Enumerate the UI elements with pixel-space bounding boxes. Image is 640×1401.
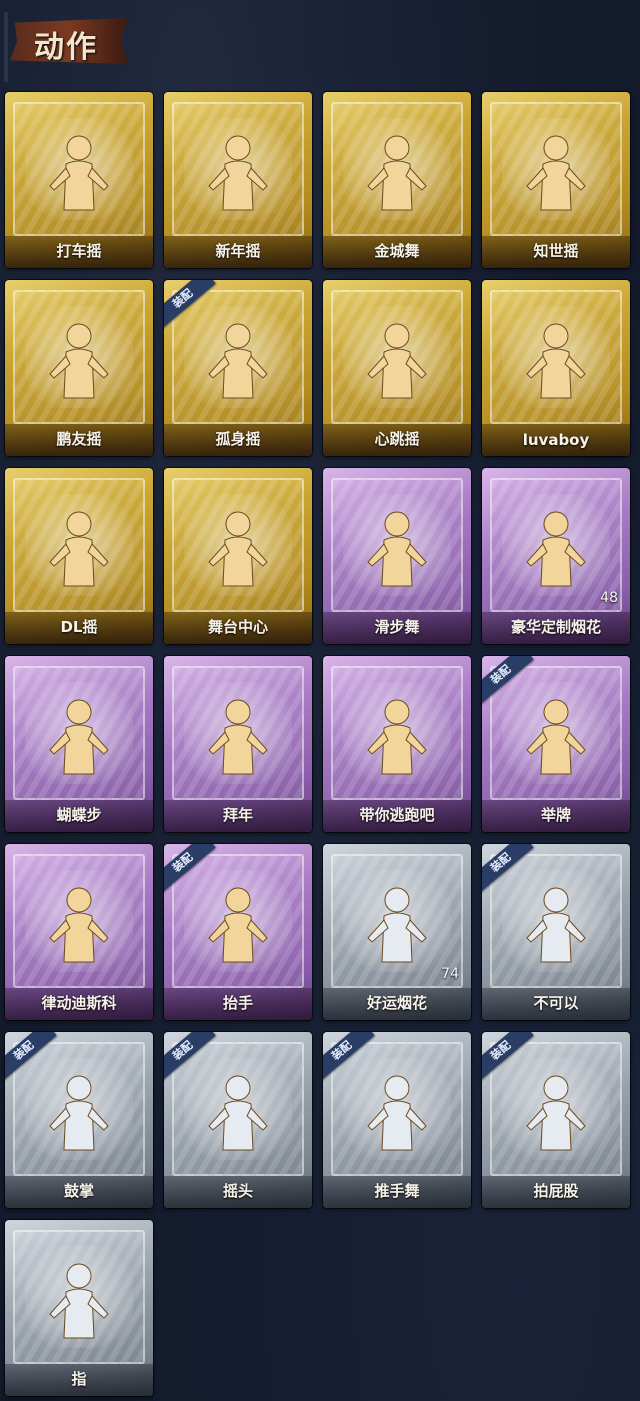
emote-card[interactable]: 滑步舞 xyxy=(323,468,471,644)
emote-card[interactable]: 豪华定制烟花 48 xyxy=(482,468,630,644)
emote-label: 鹏友摇 xyxy=(56,430,102,448)
section-title: 动作 xyxy=(34,30,98,65)
emote-label: 新年摇 xyxy=(215,242,261,260)
emote-card[interactable]: 指 xyxy=(5,1220,153,1396)
emote-figure-icon xyxy=(49,135,109,211)
emote-card[interactable]: 舞台中心 xyxy=(164,468,312,644)
emote-label: 知世摇 xyxy=(533,242,579,260)
emote-label: 豪华定制烟花 xyxy=(510,618,601,636)
emote-figure-icon xyxy=(367,699,427,775)
emote-figure-icon xyxy=(208,1075,268,1151)
emote-figure-icon xyxy=(49,511,109,587)
emote-figure-icon xyxy=(208,135,268,211)
emote-figure-icon xyxy=(526,511,586,587)
emote-figure-icon xyxy=(49,887,109,963)
emote-figure-icon xyxy=(526,887,586,963)
emote-label: 金城舞 xyxy=(374,242,420,260)
emote-card[interactable]: 推手舞 装配 xyxy=(323,1032,471,1208)
emote-card[interactable]: 孤身摇 装配 xyxy=(164,280,312,456)
emote-card[interactable]: 不可以 装配 xyxy=(482,844,630,1020)
header-edge xyxy=(4,12,8,82)
emote-figure-icon xyxy=(526,323,586,399)
emote-card[interactable]: luvaboy xyxy=(482,280,630,456)
emote-figure-icon xyxy=(208,323,268,399)
emote-figure-icon xyxy=(49,1263,109,1339)
emote-card[interactable]: DL摇 xyxy=(5,468,153,644)
emote-card[interactable]: 摇头 装配 xyxy=(164,1032,312,1208)
emote-label: 带你逃跑吧 xyxy=(359,806,435,824)
emote-figure-icon xyxy=(208,511,268,587)
item-count: 48 xyxy=(600,590,618,606)
emote-card[interactable]: 新年摇 xyxy=(164,92,312,268)
emote-card[interactable]: 鹏友摇 xyxy=(5,280,153,456)
emote-figure-icon xyxy=(49,1075,109,1151)
emote-figure-icon xyxy=(526,1075,586,1151)
emote-label: 不可以 xyxy=(533,994,579,1012)
emote-card[interactable]: 金城舞 xyxy=(323,92,471,268)
emote-card[interactable]: 抬手 装配 xyxy=(164,844,312,1020)
emote-card[interactable]: 好运烟花 74 xyxy=(323,844,471,1020)
emote-figure-icon xyxy=(49,699,109,775)
section-header: 动作 xyxy=(4,6,136,82)
emote-label: 指 xyxy=(71,1370,87,1388)
emote-label: 孤身摇 xyxy=(215,430,261,448)
emote-card[interactable]: 拍屁股 装配 xyxy=(482,1032,630,1208)
emote-label: DL摇 xyxy=(60,618,98,636)
emote-label: 举牌 xyxy=(540,806,571,824)
emote-label: 拜年 xyxy=(222,806,253,824)
emote-figure-icon xyxy=(367,887,427,963)
emote-label: 拍屁股 xyxy=(533,1182,579,1200)
emote-label: 鼓掌 xyxy=(63,1182,94,1200)
emote-figure-icon xyxy=(367,1075,427,1151)
emote-grid: 打车摇 新年摇 金城舞 知世摇鹏友摇 孤身摇 装配心跳摇 luvaboy DL摇 舞台中心 滑步舞… xyxy=(5,92,632,1398)
emote-figure-icon xyxy=(367,511,427,587)
emote-label: 好运烟花 xyxy=(366,994,427,1012)
emote-card[interactable]: 律动迪斯科 xyxy=(5,844,153,1020)
emote-figure-icon xyxy=(208,699,268,775)
emote-label: luvaboy xyxy=(522,431,590,449)
emote-card[interactable]: 打车摇 xyxy=(5,92,153,268)
emote-card[interactable]: 拜年 xyxy=(164,656,312,832)
emote-label: 抬手 xyxy=(222,994,253,1012)
emote-figure-icon xyxy=(208,887,268,963)
emote-card[interactable]: 知世摇 xyxy=(482,92,630,268)
emote-figure-icon xyxy=(367,323,427,399)
emote-label: 推手舞 xyxy=(374,1182,420,1200)
emote-card[interactable]: 心跳摇 xyxy=(323,280,471,456)
emote-card[interactable]: 举牌 装配 xyxy=(482,656,630,832)
emote-label: 摇头 xyxy=(222,1182,253,1200)
emote-label: 打车摇 xyxy=(56,242,102,260)
emote-label: 蝴蝶步 xyxy=(56,806,102,824)
emote-card[interactable]: 鼓掌 装配 xyxy=(5,1032,153,1208)
emote-card[interactable]: 蝴蝶步 xyxy=(5,656,153,832)
emote-card[interactable]: 带你逃跑吧 xyxy=(323,656,471,832)
emote-figure-icon xyxy=(367,135,427,211)
emote-label: 舞台中心 xyxy=(207,618,268,636)
emote-figure-icon xyxy=(526,135,586,211)
emote-label: 滑步舞 xyxy=(374,618,420,636)
emote-label: 心跳摇 xyxy=(374,430,420,448)
emote-label: 律动迪斯科 xyxy=(41,994,117,1012)
item-count: 74 xyxy=(441,966,459,982)
emote-figure-icon xyxy=(49,323,109,399)
emote-figure-icon xyxy=(526,699,586,775)
